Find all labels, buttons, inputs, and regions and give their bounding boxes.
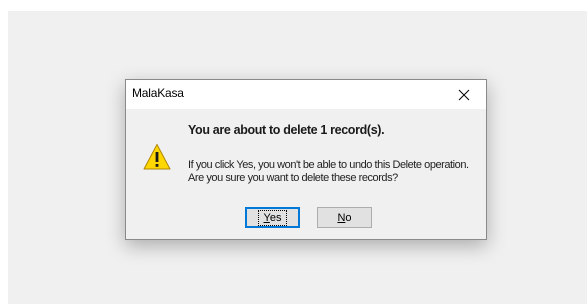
delete-confirmation-dialog: MalaKasa You are about to delete 1 recor… <box>125 79 487 240</box>
close-button[interactable] <box>442 80 486 109</box>
yes-button-label: Yes <box>257 209 288 226</box>
dialog-body: You are about to delete 1 record(s). If … <box>126 109 486 239</box>
message-line-2: Are you sure you want to delete these re… <box>188 172 398 184</box>
no-button[interactable]: No <box>317 207 372 228</box>
yes-button[interactable]: Yes <box>245 207 300 228</box>
dialog-heading: You are about to delete 1 record(s). <box>188 123 385 137</box>
no-button-label: No <box>337 211 352 224</box>
warning-icon <box>143 144 171 170</box>
dialog-message: If you click Yes, you won't be able to u… <box>188 159 469 185</box>
dialog-titlebar: MalaKasa <box>126 80 486 109</box>
dialog-title: MalaKasa <box>132 86 184 100</box>
close-icon <box>458 89 470 100</box>
message-line-1: If you click Yes, you won't be able to u… <box>188 159 469 171</box>
